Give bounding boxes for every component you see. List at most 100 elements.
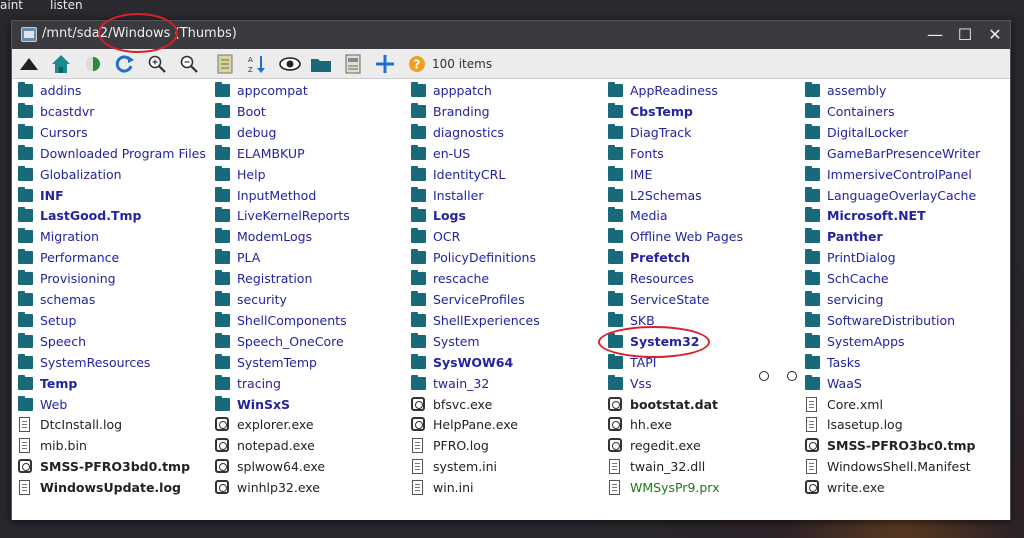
item-label: mib.bin [40,438,87,454]
folder-icon [18,395,33,411]
item-label: twain_32 [433,375,490,391]
home-icon[interactable] [50,53,72,75]
refresh-icon[interactable] [114,53,136,75]
item-label: bcastdvr [40,103,95,119]
folder-icon [215,144,230,160]
file-icon [19,417,30,433]
top-panel: aint listen [0,0,1024,14]
folder-icon [18,353,33,369]
zoom-in-icon[interactable] [146,53,168,75]
folder-icon [18,374,33,390]
folder-icon [608,165,623,181]
item-label: SystemTemp [237,354,317,370]
folder-icon[interactable] [310,53,332,75]
folder-icon [411,291,426,306]
item-label: INF [40,187,64,203]
folder-icon [18,207,33,223]
folder-icon [411,332,426,348]
folder-icon [805,374,820,390]
file-icon [806,396,817,412]
item-label: Containers [827,103,895,119]
item-label: Provisioning [40,271,116,287]
back-icon[interactable] [82,53,104,75]
folder-icon [411,228,426,244]
folder-icon [805,332,820,348]
folder-icon [608,207,623,223]
new-icon[interactable] [374,53,396,75]
item-label: assembly [827,83,887,98]
item-label: PLA [237,250,261,266]
marker-circle [787,371,797,381]
folder-icon [608,311,623,327]
item-label: WindowsShell.Manifest [827,459,971,475]
item-label: IdentityCRL [433,166,506,182]
item-label: WindowsUpdate.log [40,480,181,496]
item-label: InputMethod [237,187,317,203]
item-label: LiveKernelReports [237,208,350,224]
panel-item-listen[interactable]: listen [50,0,83,12]
notes-icon[interactable] [214,53,236,75]
item-label: Globalization [40,166,122,182]
item-label: Speech [40,333,87,349]
folder-icon [805,102,820,118]
up-icon[interactable] [18,53,40,75]
folder-icon [805,249,820,265]
folder-icon [411,123,426,139]
item-label: hh.exe [630,417,672,433]
minimize-button[interactable]: — [924,24,946,46]
item-label: bfsvc.exe [433,396,493,412]
item-label: Registration [237,271,313,287]
close-button[interactable]: ✕ [984,24,1006,46]
item-label: L2Schemas [630,187,702,203]
panel-item-left[interactable]: aint [0,0,23,12]
zoom-out-icon[interactable] [178,53,200,75]
item-label: Panther [827,229,883,245]
item-label: regedit.exe [630,438,701,454]
file-icon [19,438,30,454]
folder-icon [411,270,426,286]
folder-icon [805,165,820,181]
folder-icon [411,82,426,97]
file-icon [806,417,817,433]
eye-icon[interactable] [278,53,302,75]
item-label: ImmersiveControlPanel [827,166,972,182]
item-label: PolicyDefinitions [433,250,536,266]
file-icon [609,459,620,475]
folder-icon [805,207,820,223]
help-icon[interactable]: ? [406,53,428,75]
toolbar: AZ ? 100 items [12,49,1010,79]
item-label: rescache [433,271,490,287]
item-label: DtcInstall.log [40,417,123,433]
item-label: win.ini [433,480,474,496]
item-label: appcompat [237,83,308,98]
folder-icon [215,82,230,97]
folder-icon [805,270,820,286]
item-label: winhlp32.exe [237,480,321,496]
file-icon [19,480,30,496]
file-manager-window: /mnt/sda2/Windows (Thumbs) — ☐ ✕ AZ ? 10… [11,13,1011,520]
folder-icon [18,332,33,348]
item-label: AppReadiness [630,83,718,98]
folder-icon [215,311,230,327]
folder-icon [805,123,820,139]
item-label: IME [630,166,653,182]
folder-icon [215,249,230,265]
folder-icon [411,249,426,265]
svg-text:?: ? [414,58,421,72]
folder-icon [215,270,230,286]
folder-icon [18,186,33,202]
svg-text:Z: Z [248,66,253,74]
executable-icon [18,459,32,474]
item-label: diagnostics [433,124,504,140]
document-icon[interactable] [342,53,364,75]
item-label: ShellExperiences [433,312,540,328]
item-label: lsasetup.log [827,417,903,433]
maximize-button[interactable]: ☐ [954,24,976,46]
item-label: tracing [237,375,281,391]
folder-icon [608,144,623,160]
folder-icon [411,165,426,181]
item-label: LastGood.Tmp [40,208,142,224]
sort-icon[interactable]: AZ [246,53,268,75]
folder-icon [608,228,623,244]
item-label: Boot [237,103,266,119]
